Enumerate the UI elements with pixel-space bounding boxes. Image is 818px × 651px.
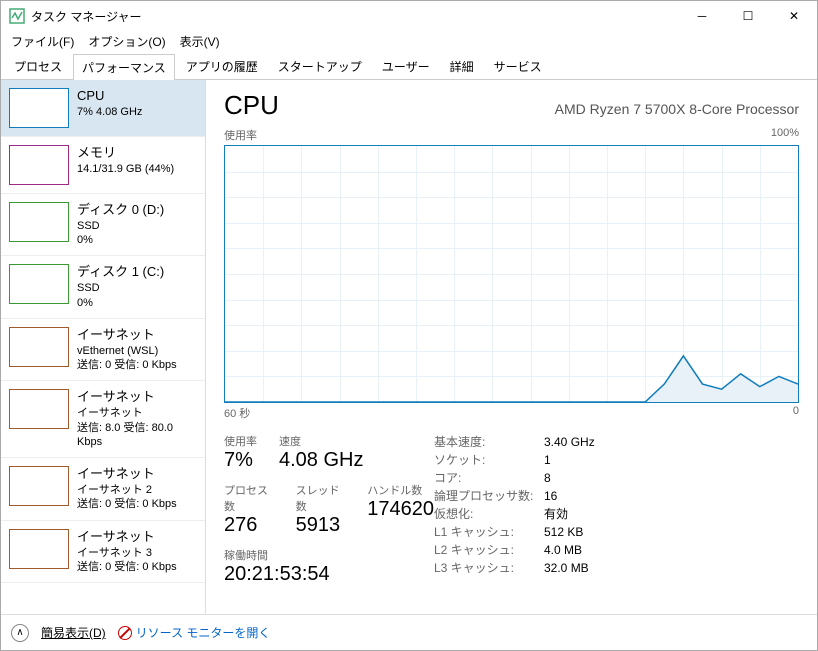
chevron-up-icon[interactable]: ∧ xyxy=(11,624,29,642)
stat-lbl: 使用率 xyxy=(224,433,257,449)
stat-lbl: 速度 xyxy=(279,433,363,449)
menu-options[interactable]: オプション(O) xyxy=(82,31,171,52)
resource-monitor-link[interactable]: リソース モニターを開く xyxy=(118,624,271,641)
stat-key: 論理プロセッサ数: xyxy=(434,487,544,505)
stat-key: L2 キャッシュ: xyxy=(434,541,544,559)
stat-value: 512 KB xyxy=(544,523,583,541)
sidebar[interactable]: CPU7% 4.08 GHz メモリ14.1/31.9 GB (44%) ディス… xyxy=(1,80,206,614)
stat-lbl: ハンドル数 xyxy=(367,482,434,498)
close-button[interactable]: ✕ xyxy=(771,1,817,31)
tab-performance[interactable]: パフォーマンス xyxy=(73,54,175,80)
thumb-icon xyxy=(9,466,69,506)
menu-file[interactable]: ファイル(F) xyxy=(5,31,80,52)
footer: ∧ 簡易表示(D) リソース モニターを開く xyxy=(1,614,817,650)
stat-val: 5913 xyxy=(296,514,346,537)
no-entry-icon xyxy=(118,626,132,640)
sidebar-item[interactable]: イーサネットイーサネット 3送信: 0 受信: 0 Kbps xyxy=(1,521,205,583)
stat-key: ソケット: xyxy=(434,451,544,469)
sidebar-item[interactable]: CPU7% 4.08 GHz xyxy=(1,80,205,137)
minimize-button[interactable]: ─ xyxy=(679,1,725,31)
tab-apphistory[interactable]: アプリの履歴 xyxy=(177,53,267,79)
chart-label-tr: 100% xyxy=(771,127,799,143)
maximize-button[interactable]: ☐ xyxy=(725,1,771,31)
page-title: CPU xyxy=(224,90,279,121)
main-panel: CPU AMD Ryzen 7 5700X 8-Core Processor 使… xyxy=(206,80,817,614)
menubar: ファイル(F) オプション(O) 表示(V) xyxy=(1,31,817,51)
stat-key: 仮想化: xyxy=(434,505,544,523)
tab-details[interactable]: 詳細 xyxy=(441,53,483,79)
stat-value: 8 xyxy=(544,469,551,487)
stat-lbl: プロセス数 xyxy=(224,482,274,514)
stat-key: L1 キャッシュ: xyxy=(434,523,544,541)
stat-value: 4.0 MB xyxy=(544,541,582,559)
stat-value: 3.40 GHz xyxy=(544,433,595,451)
tabs: プロセス パフォーマンス アプリの履歴 スタートアップ ユーザー 詳細 サービス xyxy=(1,53,817,80)
stat-lbl: スレッド数 xyxy=(296,482,346,514)
app-icon xyxy=(9,8,25,24)
sidebar-item[interactable]: メモリ14.1/31.9 GB (44%) xyxy=(1,137,205,194)
tab-processes[interactable]: プロセス xyxy=(5,53,71,79)
stat-value: 32.0 MB xyxy=(544,559,589,577)
stat-val: 4.08 GHz xyxy=(279,449,363,472)
stat-key: 基本速度: xyxy=(434,433,544,451)
thumb-icon xyxy=(9,88,69,128)
stat-value: 16 xyxy=(544,487,557,505)
tab-users[interactable]: ユーザー xyxy=(373,53,439,79)
stat-val: 20:21:53:54 xyxy=(224,563,330,586)
thumb-icon xyxy=(9,389,69,429)
menu-view[interactable]: 表示(V) xyxy=(174,31,226,52)
thumb-icon xyxy=(9,529,69,569)
window-title: タスク マネージャー xyxy=(31,8,679,25)
sidebar-item[interactable]: イーサネットイーサネット 2送信: 0 受信: 0 Kbps xyxy=(1,458,205,520)
chart-label-bl: 60 秒 xyxy=(224,405,250,421)
chart-label-tl: 使用率 xyxy=(224,127,257,143)
stat-value: 1 xyxy=(544,451,551,469)
stat-key: L3 キャッシュ: xyxy=(434,559,544,577)
stat-val: 7% xyxy=(224,449,257,472)
sidebar-item[interactable]: ディスク 0 (D:)SSD0% xyxy=(1,194,205,256)
cpu-model: AMD Ryzen 7 5700X 8-Core Processor xyxy=(555,101,799,117)
thumb-icon xyxy=(9,264,69,304)
chart-label-br: 0 xyxy=(793,405,799,421)
stat-val: 276 xyxy=(224,514,274,537)
stat-key: コア: xyxy=(434,469,544,487)
tab-startup[interactable]: スタートアップ xyxy=(269,53,371,79)
thumb-icon xyxy=(9,327,69,367)
tab-services[interactable]: サービス xyxy=(485,53,551,79)
sidebar-item[interactable]: イーサネットvEthernet (WSL)送信: 0 受信: 0 Kbps xyxy=(1,319,205,381)
stat-lbl: 稼働時間 xyxy=(224,547,330,563)
titlebar: タスク マネージャー ─ ☐ ✕ xyxy=(1,1,817,31)
cpu-chart xyxy=(224,145,799,403)
sidebar-item[interactable]: イーサネットイーサネット送信: 8.0 受信: 80.0 Kbps xyxy=(1,381,205,458)
thumb-icon xyxy=(9,202,69,242)
stat-value: 有効 xyxy=(544,505,568,523)
sidebar-item[interactable]: ディスク 1 (C:)SSD0% xyxy=(1,256,205,318)
thumb-icon xyxy=(9,145,69,185)
fewer-details-link[interactable]: 簡易表示(D) xyxy=(41,624,106,641)
stat-val: 174620 xyxy=(367,498,434,521)
